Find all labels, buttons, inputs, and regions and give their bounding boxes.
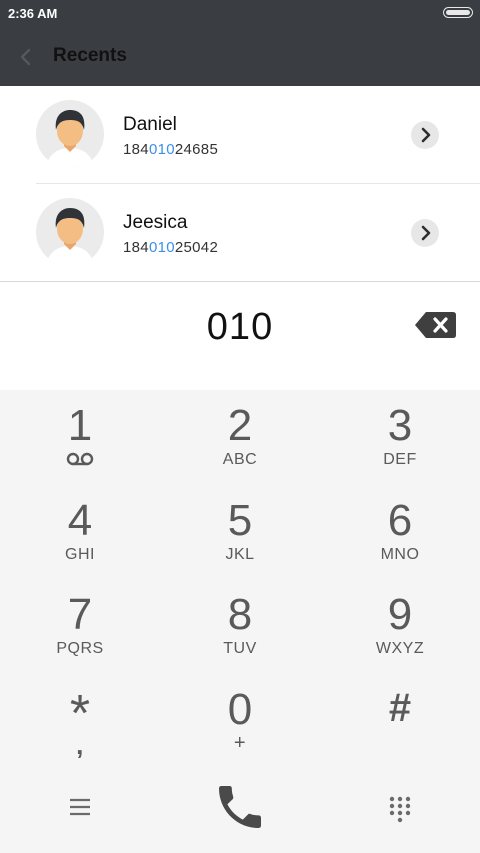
- key-digit: 8: [227, 590, 253, 639]
- key-letters: WXYZ: [375, 640, 425, 657]
- phone-icon: [219, 786, 261, 828]
- app-bar: Recents: [0, 28, 480, 86]
- avatar: [36, 100, 104, 168]
- menu-icon: [70, 798, 90, 816]
- contact-row-0[interactable]: Daniel 18401024685: [0, 86, 480, 184]
- menu-button[interactable]: [0, 771, 160, 853]
- contact-detail-button[interactable]: [411, 121, 439, 149]
- contact-row-1[interactable]: Jeesica 18401025042: [0, 184, 480, 282]
- chevron-right-icon: [421, 225, 431, 241]
- status-bar: 2:36 AM: [0, 0, 480, 28]
- contact-number: 18401025042: [123, 239, 219, 256]
- key-letters: ABC: [222, 451, 258, 468]
- key-digit: 7: [67, 590, 93, 639]
- key-star[interactable]: * ,: [0, 674, 160, 768]
- key-0[interactable]: 0 +: [160, 674, 320, 768]
- chevron-right-icon: [421, 127, 431, 143]
- key-4[interactable]: 4 GHI: [0, 485, 160, 579]
- chevron-left-icon: [20, 48, 31, 66]
- key-3[interactable]: 3 DEF: [320, 390, 480, 484]
- key-9[interactable]: 9 WXYZ: [320, 579, 480, 673]
- key-letters: MNO: [380, 546, 420, 563]
- number-match-highlight: 010: [148, 141, 175, 158]
- key-letters: TUV: [223, 640, 257, 657]
- contact-name: Jeesica: [123, 212, 188, 233]
- avatar: [36, 198, 104, 266]
- back-button[interactable]: [14, 45, 38, 69]
- key-digit: 1: [67, 401, 93, 450]
- contact-results-list: Daniel 18401024685 Jeesica 18401025042: [0, 86, 480, 282]
- voicemail-icon: [66, 452, 94, 466]
- key-2[interactable]: 2 ABC: [160, 390, 320, 484]
- call-button[interactable]: [160, 771, 320, 853]
- key-digit: 3: [387, 401, 413, 450]
- person-avatar-icon: [46, 208, 94, 266]
- page-title: Recents: [53, 45, 127, 66]
- key-hash[interactable]: #: [320, 674, 480, 768]
- key-digit: #: [388, 686, 412, 730]
- dial-entry: 010: [0, 282, 480, 390]
- key-letters: PQRS: [56, 640, 104, 657]
- dialer-action-bar: [0, 771, 480, 853]
- key-letters: ,: [76, 730, 84, 760]
- contact-name: Daniel: [123, 114, 177, 135]
- key-digit: 0: [227, 685, 253, 734]
- key-letters: DEF: [383, 451, 417, 468]
- key-8[interactable]: 8 TUV: [160, 579, 320, 673]
- dial-keypad: 1 2 ABC 3 DEF 4 GHI 5 JKL 6 MNO 7 PQRS 8…: [0, 390, 480, 771]
- key-5[interactable]: 5 JKL: [160, 485, 320, 579]
- key-digit: 9: [387, 590, 413, 639]
- key-letters: JKL: [225, 546, 255, 563]
- key-digit: 2: [227, 401, 253, 450]
- key-letters: +: [233, 732, 247, 754]
- key-1[interactable]: 1: [0, 390, 160, 484]
- dialpad-toggle-button[interactable]: [320, 771, 480, 853]
- key-6[interactable]: 6 MNO: [320, 485, 480, 579]
- number-match-highlight: 010: [148, 239, 175, 256]
- key-letters: GHI: [65, 546, 95, 563]
- backspace-button[interactable]: [414, 310, 457, 340]
- backspace-icon: [415, 312, 456, 338]
- dialed-number-display[interactable]: 010: [0, 306, 480, 349]
- battery-icon: [443, 7, 473, 18]
- contact-number: 18401024685: [123, 141, 219, 158]
- dialpad-icon: [389, 796, 411, 823]
- person-avatar-icon: [46, 110, 94, 168]
- contact-detail-button[interactable]: [411, 219, 439, 247]
- key-7[interactable]: 7 PQRS: [0, 579, 160, 673]
- key-digit: 6: [387, 496, 413, 545]
- status-time: 2:36 AM: [8, 6, 58, 21]
- key-digit: 5: [227, 496, 253, 545]
- key-digit: 4: [67, 496, 93, 545]
